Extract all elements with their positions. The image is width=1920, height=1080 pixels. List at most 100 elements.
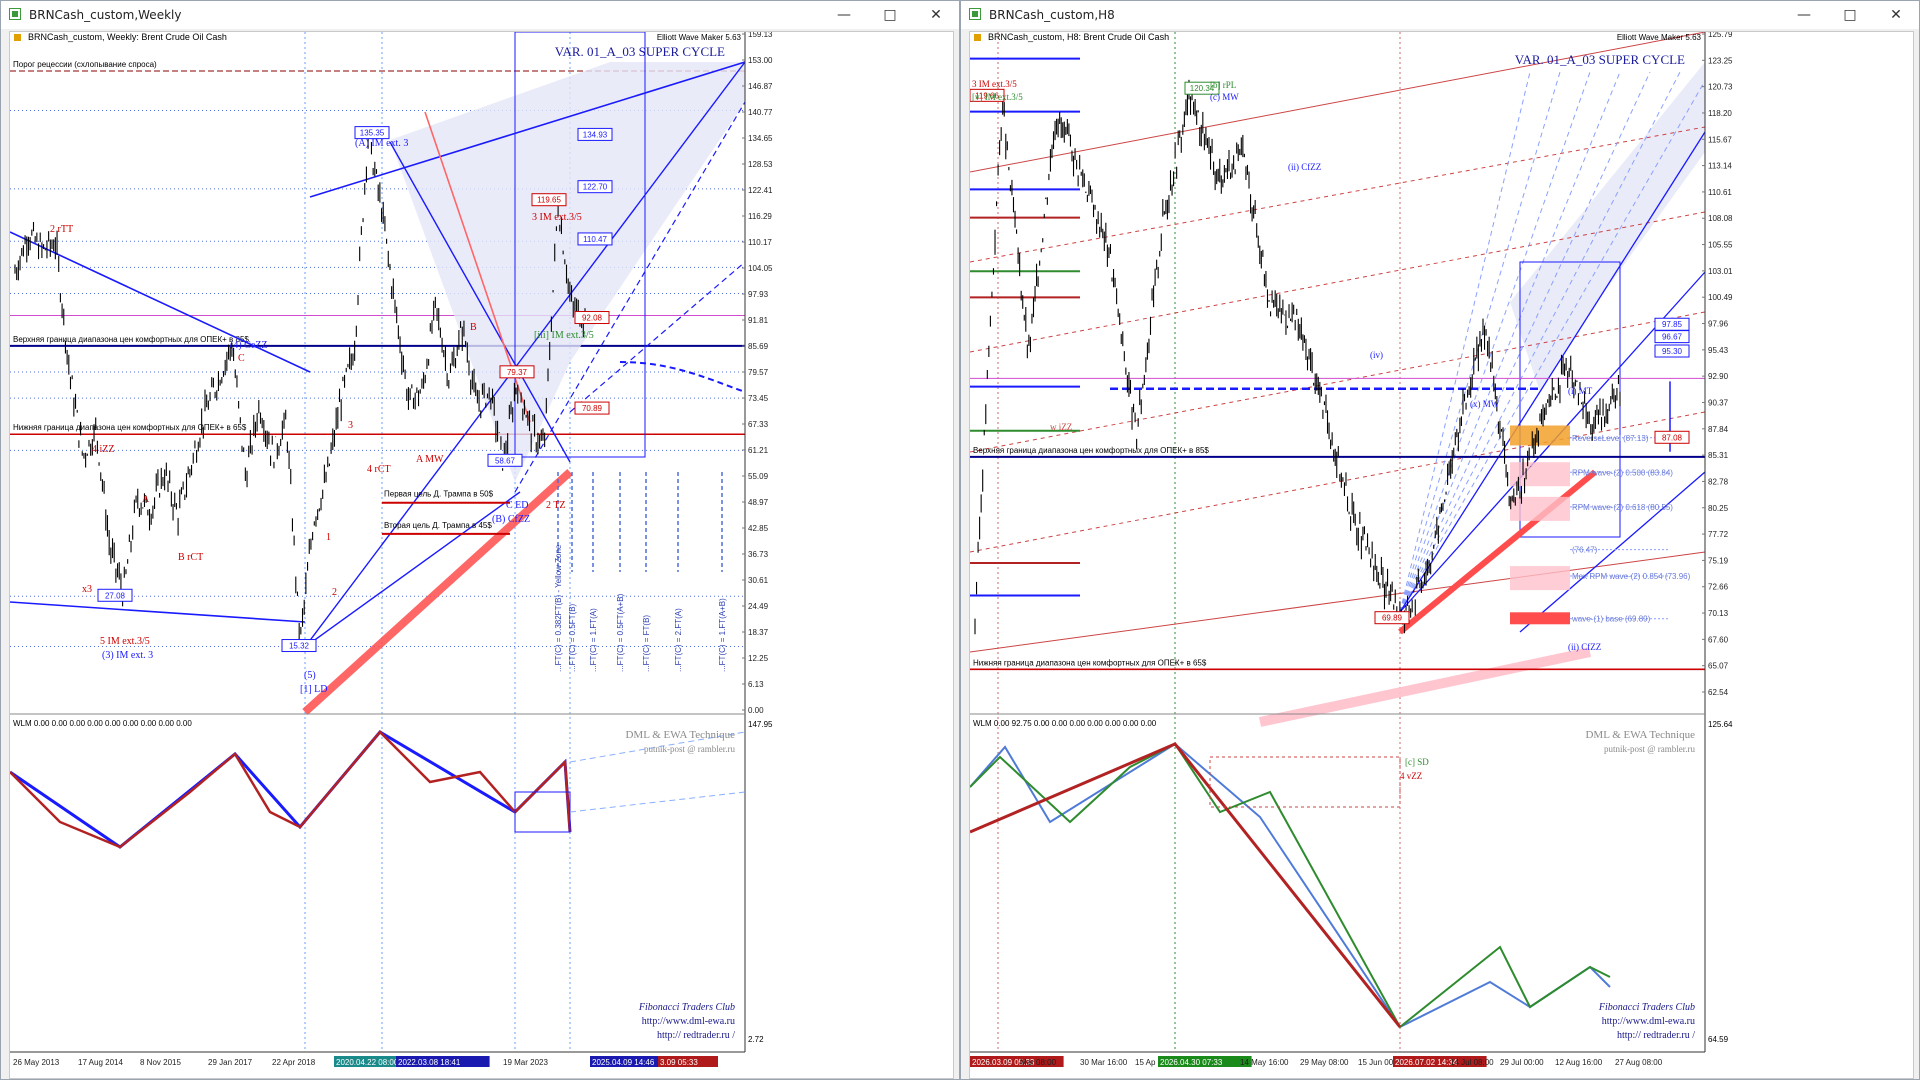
wave-label: (A) IM ext. 3 (355, 138, 408, 149)
wave-label: (B) CfZZ (492, 514, 530, 525)
left-titlebar[interactable]: BRNCash_custom,Weekly — □ ✕ (1, 1, 959, 29)
variant-label: VAR. 01_A_03 SUPER CYCLE (1515, 52, 1685, 67)
wave-label: (i) MT (1568, 386, 1593, 396)
x-tick-label: 17 Aug 2014 (78, 1058, 123, 1067)
chart-header-text: BRNCash_custom, Weekly: Brent Crude Oil … (28, 32, 227, 42)
rpm-zone (1510, 496, 1570, 521)
x-tick-label: 2026.04.30 07:33 (1160, 1058, 1223, 1067)
wave-label: A (142, 494, 150, 505)
x-tick-label: 2025.04.09 14:46 (592, 1058, 655, 1067)
y-tick-label: 122.41 (748, 186, 773, 195)
oscillator-box (514, 791, 571, 833)
x-tick-label: 29 Jul 00:00 (1500, 1058, 1544, 1067)
y-tick-label: 91.81 (748, 316, 769, 325)
oscillator-low: 2.72 (748, 1035, 764, 1044)
right-window-title: BRNCash_custom,H8 (989, 8, 1115, 22)
y-tick-label: 85.31 (1708, 451, 1729, 460)
y-axis-bg (745, 32, 953, 712)
price-box: 69.89 (1382, 614, 1403, 623)
y-tick-label: 108.08 (1708, 214, 1733, 223)
right-titlebar[interactable]: BRNCash_custom,H8 — □ ✕ (961, 1, 1919, 29)
price-box: 134.93 (583, 130, 608, 139)
x-tick-label: 2026.07.02 14:34 (1395, 1058, 1458, 1067)
x-tick-label: 12 Aug 16:00 (1555, 1058, 1603, 1067)
wave-label: [c] SD (1405, 757, 1429, 767)
y-tick-label: 116.29 (748, 212, 772, 221)
y-tick-label: 67.60 (1708, 635, 1729, 644)
recession-label: Порог рецессии (схлопывание спроса) (13, 60, 157, 69)
wave-label: 4 iZZ (92, 444, 115, 455)
wave-label: (iv) (1370, 350, 1383, 360)
minimize-button[interactable]: — (1781, 1, 1827, 29)
y-tick-label: 65.07 (1708, 662, 1729, 671)
left-window-title: BRNCash_custom,Weekly (29, 8, 182, 22)
oscillator-high: 147.95 (748, 720, 773, 729)
brand-text: http:// redtrader.ru / (657, 1030, 735, 1041)
wave-label: 2 (332, 587, 337, 598)
y-tick-label: 97.93 (748, 290, 769, 299)
y-tick-label: 79.57 (748, 368, 769, 377)
y-tick-label: 55.09 (748, 472, 769, 481)
wave-label: [b] rPL (1210, 80, 1236, 90)
y-tick-label: 128.53 (748, 160, 773, 169)
wave-label: 3 IM ext.3/5 (532, 212, 582, 223)
oscillator-dashed-line (569, 791, 746, 813)
zone-label: wave-(1) base (69.89) (1571, 615, 1651, 624)
wave-label: 4 rCT (367, 464, 391, 475)
wave-label: C (238, 353, 245, 364)
y-tick-label: 146.87 (748, 82, 773, 91)
maximize-button[interactable]: □ (1827, 1, 1873, 29)
y-tick-label: 80.25 (1708, 504, 1729, 513)
x-tick-label: 29 Jan 2017 (208, 1058, 253, 1067)
price-box: 27.08 (105, 591, 126, 600)
wave-base-zone (1510, 612, 1570, 625)
y-tick-label: 140.77 (748, 108, 773, 117)
y-tick-label: 118.20 (1708, 109, 1732, 118)
y-tick-label: 18.37 (748, 628, 769, 637)
brand-text: DML & EWA Technique (625, 729, 735, 741)
y-tick-label: 82.78 (1708, 477, 1729, 486)
y-axis-bg (1705, 32, 1913, 712)
price-box: 58.67 (495, 456, 516, 465)
y-tick-label: 120.73 (1708, 83, 1733, 92)
y-tick-label: 48.97 (748, 498, 769, 507)
wave-label: (ii) CfZZ (1288, 162, 1321, 172)
right-price-chart[interactable]: Верхняя граница диапазона цен комфортных… (970, 32, 1913, 1078)
y-tick-label: 125.79 (1708, 32, 1733, 39)
y-tick-label: 70.13 (1708, 609, 1729, 618)
zone-label: RPM wave-(2) 0.500 (83.84) (1572, 468, 1673, 477)
wave-label: 2 rTT (50, 224, 73, 235)
close-button[interactable]: ✕ (913, 1, 959, 29)
fib-time-label: ...FT(C) = 1.FT(A) (589, 608, 598, 672)
wave-label: 3 (348, 420, 353, 431)
reverse-level-zone (1510, 425, 1570, 446)
price-box: 92.08 (582, 314, 603, 323)
left-chart-area[interactable]: Порог рецессии (схлопывание спроса)150.0… (9, 31, 954, 1079)
oscillator-high: 125.64 (1708, 720, 1733, 729)
oscillator-red-line (970, 742, 1402, 1028)
maximize-button[interactable]: □ (867, 1, 913, 29)
x-tick-label: 2020.04.22 08:00 (336, 1058, 399, 1067)
y-tick-label: 104.05 (748, 264, 773, 273)
y-tick-label: 92.90 (1708, 372, 1729, 381)
price-box: 95.30 (1662, 347, 1683, 356)
y-tick-label: 73.45 (748, 394, 769, 403)
y-tick-label: 6.13 (748, 680, 764, 689)
y-tick-label: 87.84 (1708, 425, 1729, 434)
minimize-button[interactable]: — (821, 1, 867, 29)
chart-window-icon (9, 8, 21, 20)
x-tick-label: 26 May 2013 (13, 1058, 60, 1067)
chart-header-text: BRNCash_custom, H8: Brent Crude Oil Cash (988, 32, 1169, 42)
y-tick-label: 24.49 (748, 602, 769, 611)
close-button[interactable]: ✕ (1873, 1, 1919, 29)
right-chart-area[interactable]: Верхняя граница диапазона цен комфортных… (969, 31, 1914, 1079)
wave-label: (5) (304, 670, 316, 681)
zone-label: (76.47) (1572, 546, 1598, 555)
variant-label: VAR. 01_A_03 SUPER CYCLE (555, 44, 725, 59)
price-box: 119.65 (537, 196, 561, 205)
wave-label: 2 TZ (546, 500, 566, 511)
x-tick-label: 27 Aug 08:00 (1615, 1058, 1663, 1067)
y-tick-label: 113.14 (1708, 162, 1732, 171)
left-price-chart[interactable]: Порог рецессии (схлопывание спроса)150.0… (10, 32, 953, 1078)
upper-opec-label: Верхняя граница диапазона цен комфортных… (13, 335, 249, 344)
